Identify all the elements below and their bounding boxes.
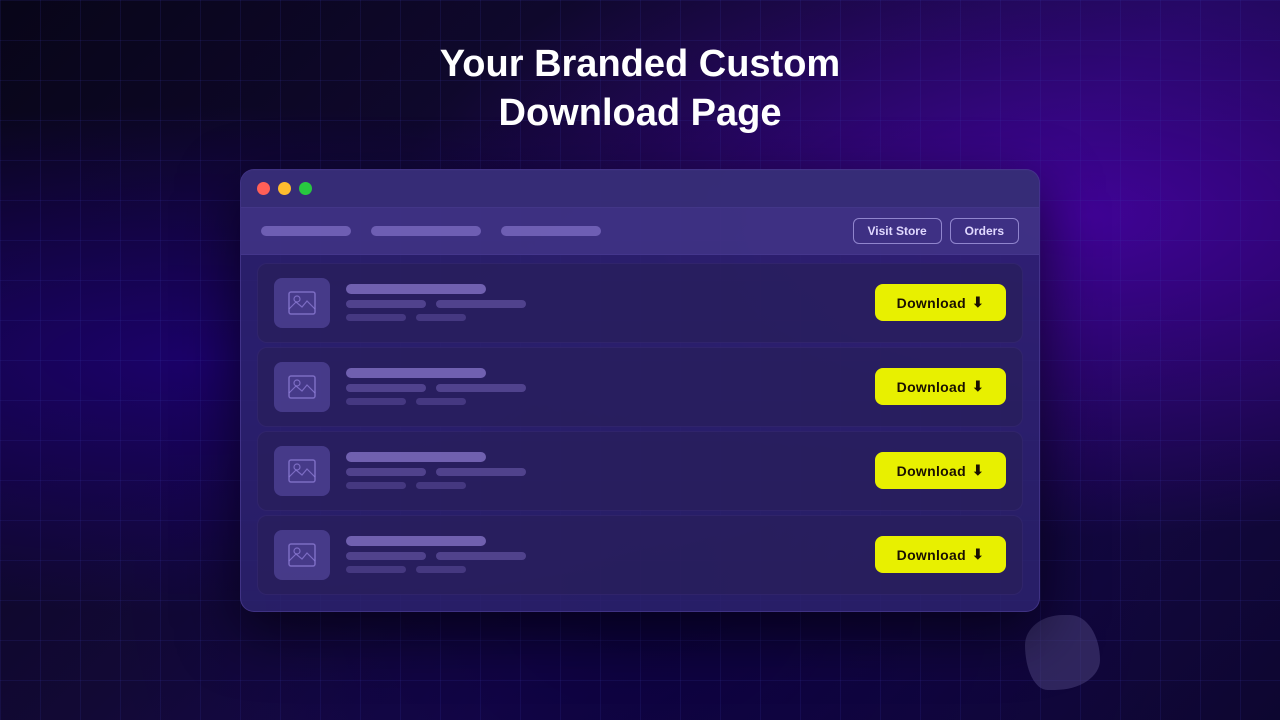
download-button-3[interactable]: Download ⬇ bbox=[875, 452, 1006, 489]
item-detail-c bbox=[346, 482, 406, 489]
page-title: Your Branded Custom Download Page bbox=[440, 40, 840, 139]
download-button-4[interactable]: Download ⬇ bbox=[875, 536, 1006, 573]
nav-item-2 bbox=[371, 226, 481, 236]
item-thumbnail bbox=[274, 278, 330, 328]
browser-window: Visit Store Orders bbox=[240, 169, 1040, 612]
item-title-bar bbox=[346, 452, 486, 462]
item-detail-b bbox=[436, 468, 526, 476]
download-label-1: Download bbox=[897, 295, 966, 311]
item-detail-d bbox=[416, 314, 466, 321]
nav-right[interactable]: Visit Store Orders bbox=[853, 218, 1020, 244]
item-detail-d bbox=[416, 482, 466, 489]
item-detail-a bbox=[346, 384, 426, 392]
item-title-bar bbox=[346, 536, 486, 546]
item-detail-b bbox=[436, 384, 526, 392]
download-icon-4: ⬇ bbox=[972, 546, 984, 563]
item-detail-row-1 bbox=[346, 552, 859, 560]
item-detail-row-2 bbox=[346, 398, 859, 405]
item-thumbnail bbox=[274, 362, 330, 412]
item-detail-d bbox=[416, 398, 466, 405]
item-detail-row-1 bbox=[346, 468, 859, 476]
download-item: Download ⬇ bbox=[257, 263, 1023, 343]
item-detail-c bbox=[346, 314, 406, 321]
download-label-3: Download bbox=[897, 463, 966, 479]
dot-green bbox=[299, 182, 312, 195]
download-button-2[interactable]: Download ⬇ bbox=[875, 368, 1006, 405]
item-detail-a bbox=[346, 552, 426, 560]
item-detail-a bbox=[346, 300, 426, 308]
item-title-bar bbox=[346, 368, 486, 378]
item-detail-c bbox=[346, 398, 406, 405]
nav-item-1 bbox=[261, 226, 351, 236]
item-thumbnail bbox=[274, 530, 330, 580]
item-detail-b bbox=[436, 300, 526, 308]
item-detail-row-1 bbox=[346, 300, 859, 308]
item-title-bar bbox=[346, 284, 486, 294]
page-content: Your Branded Custom Download Page Visit … bbox=[0, 0, 1280, 720]
item-detail-d bbox=[416, 566, 466, 573]
item-detail-row-2 bbox=[346, 314, 859, 321]
download-item: Download ⬇ bbox=[257, 347, 1023, 427]
nav-bar: Visit Store Orders bbox=[241, 208, 1039, 255]
item-info bbox=[346, 284, 859, 321]
item-info bbox=[346, 452, 859, 489]
download-label-4: Download bbox=[897, 547, 966, 563]
download-icon-3: ⬇ bbox=[972, 462, 984, 479]
title-bar bbox=[241, 170, 1039, 208]
download-button-1[interactable]: Download ⬇ bbox=[875, 284, 1006, 321]
item-detail-row-2 bbox=[346, 566, 859, 573]
visit-store-button[interactable]: Visit Store bbox=[853, 218, 942, 244]
dot-red bbox=[257, 182, 270, 195]
item-info bbox=[346, 368, 859, 405]
download-icon-2: ⬇ bbox=[972, 378, 984, 395]
item-detail-row-2 bbox=[346, 482, 859, 489]
item-detail-row-1 bbox=[346, 384, 859, 392]
download-item: Download ⬇ bbox=[257, 515, 1023, 595]
nav-left bbox=[261, 226, 601, 236]
item-thumbnail bbox=[274, 446, 330, 496]
nav-item-3 bbox=[501, 226, 601, 236]
download-label-2: Download bbox=[897, 379, 966, 395]
orders-button[interactable]: Orders bbox=[950, 218, 1019, 244]
items-list: Download ⬇ bbox=[241, 255, 1039, 611]
dot-yellow bbox=[278, 182, 291, 195]
download-icon-1: ⬇ bbox=[972, 294, 984, 311]
item-detail-a bbox=[346, 468, 426, 476]
item-info bbox=[346, 536, 859, 573]
item-detail-c bbox=[346, 566, 406, 573]
item-detail-b bbox=[436, 552, 526, 560]
download-item: Download ⬇ bbox=[257, 431, 1023, 511]
